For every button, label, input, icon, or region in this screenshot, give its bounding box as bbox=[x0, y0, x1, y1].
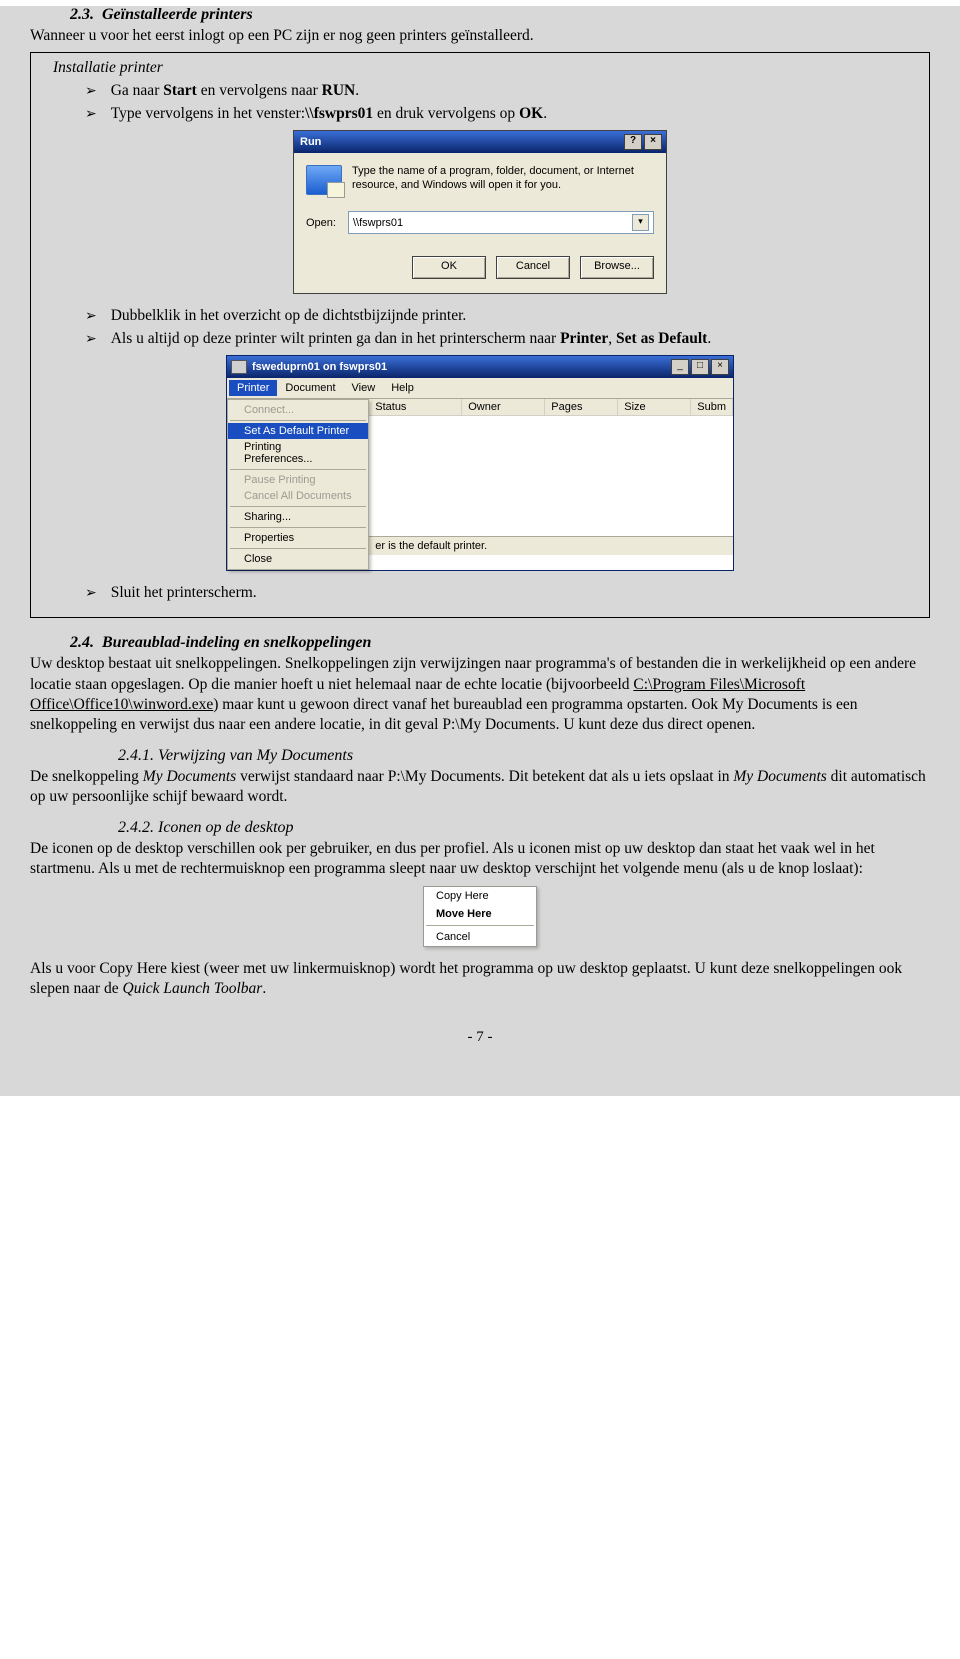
menu-printer[interactable]: Printer bbox=[229, 380, 277, 396]
dd-pause: Pause Printing bbox=[228, 472, 368, 488]
bullet-text: Als u altijd op deze printer wilt printe… bbox=[111, 329, 711, 349]
printer-icon bbox=[231, 360, 247, 374]
heading-num: 2.3. bbox=[70, 6, 94, 23]
arrow-icon: ➢ bbox=[85, 583, 97, 603]
close-button[interactable]: × bbox=[711, 359, 729, 375]
arrow-icon: ➢ bbox=[85, 306, 97, 326]
bullet-4: ➢ Als u altijd op deze printer wilt prin… bbox=[85, 329, 915, 349]
printer-menubar: Printer Document View Help bbox=[227, 378, 733, 399]
dd-close[interactable]: Close bbox=[228, 551, 368, 567]
run-dialog: Run ? × Type the name of a program, fold… bbox=[293, 130, 667, 294]
dd-connect: Connect... bbox=[228, 402, 368, 418]
menu-help[interactable]: Help bbox=[383, 380, 422, 396]
menu-document[interactable]: Document bbox=[277, 380, 343, 396]
printer-title: fsweduprn01 on fswprs01 bbox=[252, 361, 387, 373]
dd-set-default[interactable]: Set As Default Printer bbox=[228, 423, 368, 439]
box-title: Installatie printer bbox=[53, 59, 915, 77]
bullet-3: ➢ Dubbelklik in het overzicht op de dich… bbox=[85, 306, 915, 326]
cm-cancel[interactable]: Cancel bbox=[424, 928, 536, 946]
col-owner[interactable]: Owner bbox=[462, 399, 545, 415]
col-subm[interactable]: Subm bbox=[691, 399, 733, 415]
menu-view[interactable]: View bbox=[344, 380, 384, 396]
bullet-text: Type vervolgens in het venster:\\fswprs0… bbox=[111, 104, 547, 124]
col-status[interactable]: Status bbox=[369, 399, 462, 415]
intro-2.3: Wanneer u voor het eerst inlogt op een P… bbox=[30, 26, 930, 46]
bullet-text: Dubbelklik in het overzicht op de dichts… bbox=[111, 306, 467, 326]
run-titlebar: Run ? × bbox=[294, 131, 666, 153]
printer-dropdown: Connect... Set As Default Printer Printi… bbox=[227, 399, 369, 570]
page-number: - 7 - bbox=[30, 1029, 930, 1046]
minimize-button[interactable]: _ bbox=[671, 359, 689, 375]
installatie-box: Installatie printer ➢ Ga naar Start en v… bbox=[30, 52, 930, 618]
heading-title: Geïnstalleerde printers bbox=[102, 6, 253, 23]
heading-2.4: 2.4. Bureaublad-indeling en snelkoppelin… bbox=[70, 634, 930, 652]
browse-button[interactable]: Browse... bbox=[580, 256, 654, 279]
heading-num: 2.4. bbox=[70, 634, 94, 651]
arrow-icon: ➢ bbox=[85, 81, 97, 101]
bullet-5: ➢ Sluit het printerscherm. bbox=[85, 583, 915, 603]
col-size[interactable]: Size bbox=[618, 399, 691, 415]
open-value: \\fswprs01 bbox=[353, 217, 403, 229]
status-bar: er is the default printer. bbox=[369, 536, 733, 555]
dd-cancel-all: Cancel All Documents bbox=[228, 488, 368, 504]
open-input[interactable]: \\fswprs01 ▾ bbox=[348, 211, 654, 234]
col-pages[interactable]: Pages bbox=[545, 399, 618, 415]
para-2.4: Uw desktop bestaat uit snelkoppelingen. … bbox=[30, 654, 930, 735]
heading-2.3: 2.3. Geïnstalleerde printers bbox=[70, 6, 930, 24]
printer-titlebar: fsweduprn01 on fswprs01 _ □ × bbox=[227, 356, 733, 378]
cm-move-here[interactable]: Move Here bbox=[424, 905, 536, 923]
heading-title: Bureaublad-indeling en snelkoppelingen bbox=[102, 634, 371, 651]
para-2.4.1: De snelkoppeling My Documents verwijst s… bbox=[30, 767, 930, 807]
printer-list: Status Owner Pages Size Subm er is the d… bbox=[369, 399, 733, 555]
cancel-button[interactable]: Cancel bbox=[496, 256, 570, 279]
bullet-1: ➢ Ga naar Start en vervolgens naar RUN. bbox=[85, 81, 915, 101]
help-button[interactable]: ? bbox=[624, 134, 642, 150]
bullet-text: Ga naar Start en vervolgens naar RUN. bbox=[111, 81, 359, 101]
context-menu: Copy Here Move Here Cancel bbox=[423, 886, 537, 947]
open-label: Open: bbox=[306, 217, 336, 229]
dd-sharing[interactable]: Sharing... bbox=[228, 509, 368, 525]
ok-button[interactable]: OK bbox=[412, 256, 486, 279]
run-description: Type the name of a program, folder, docu… bbox=[352, 165, 654, 193]
dd-prefs[interactable]: Printing Preferences... bbox=[228, 439, 368, 467]
dd-properties[interactable]: Properties bbox=[228, 530, 368, 546]
bullet-2: ➢ Type vervolgens in het venster:\\fswpr… bbox=[85, 104, 915, 124]
para-2.4.2: De iconen op de desktop verschillen ook … bbox=[30, 839, 930, 879]
run-title-text: Run bbox=[300, 136, 321, 148]
heading-2.4.2: 2.4.2. Iconen op de desktop bbox=[118, 819, 930, 837]
arrow-icon: ➢ bbox=[85, 104, 97, 124]
job-list-area bbox=[369, 416, 733, 536]
printer-window: fsweduprn01 on fswprs01 _ □ × Printer Do… bbox=[226, 355, 734, 571]
maximize-button[interactable]: □ bbox=[691, 359, 709, 375]
chevron-down-icon[interactable]: ▾ bbox=[632, 214, 649, 231]
cm-copy-here[interactable]: Copy Here bbox=[424, 887, 536, 905]
arrow-icon: ➢ bbox=[85, 329, 97, 349]
run-icon bbox=[306, 165, 342, 195]
bullet-text: Sluit het printerscherm. bbox=[111, 583, 257, 603]
close-button[interactable]: × bbox=[644, 134, 662, 150]
heading-2.4.1: 2.4.1. Verwijzing van My Documents bbox=[118, 747, 930, 765]
closing-para: Als u voor Copy Here kiest (weer met uw … bbox=[30, 959, 930, 999]
